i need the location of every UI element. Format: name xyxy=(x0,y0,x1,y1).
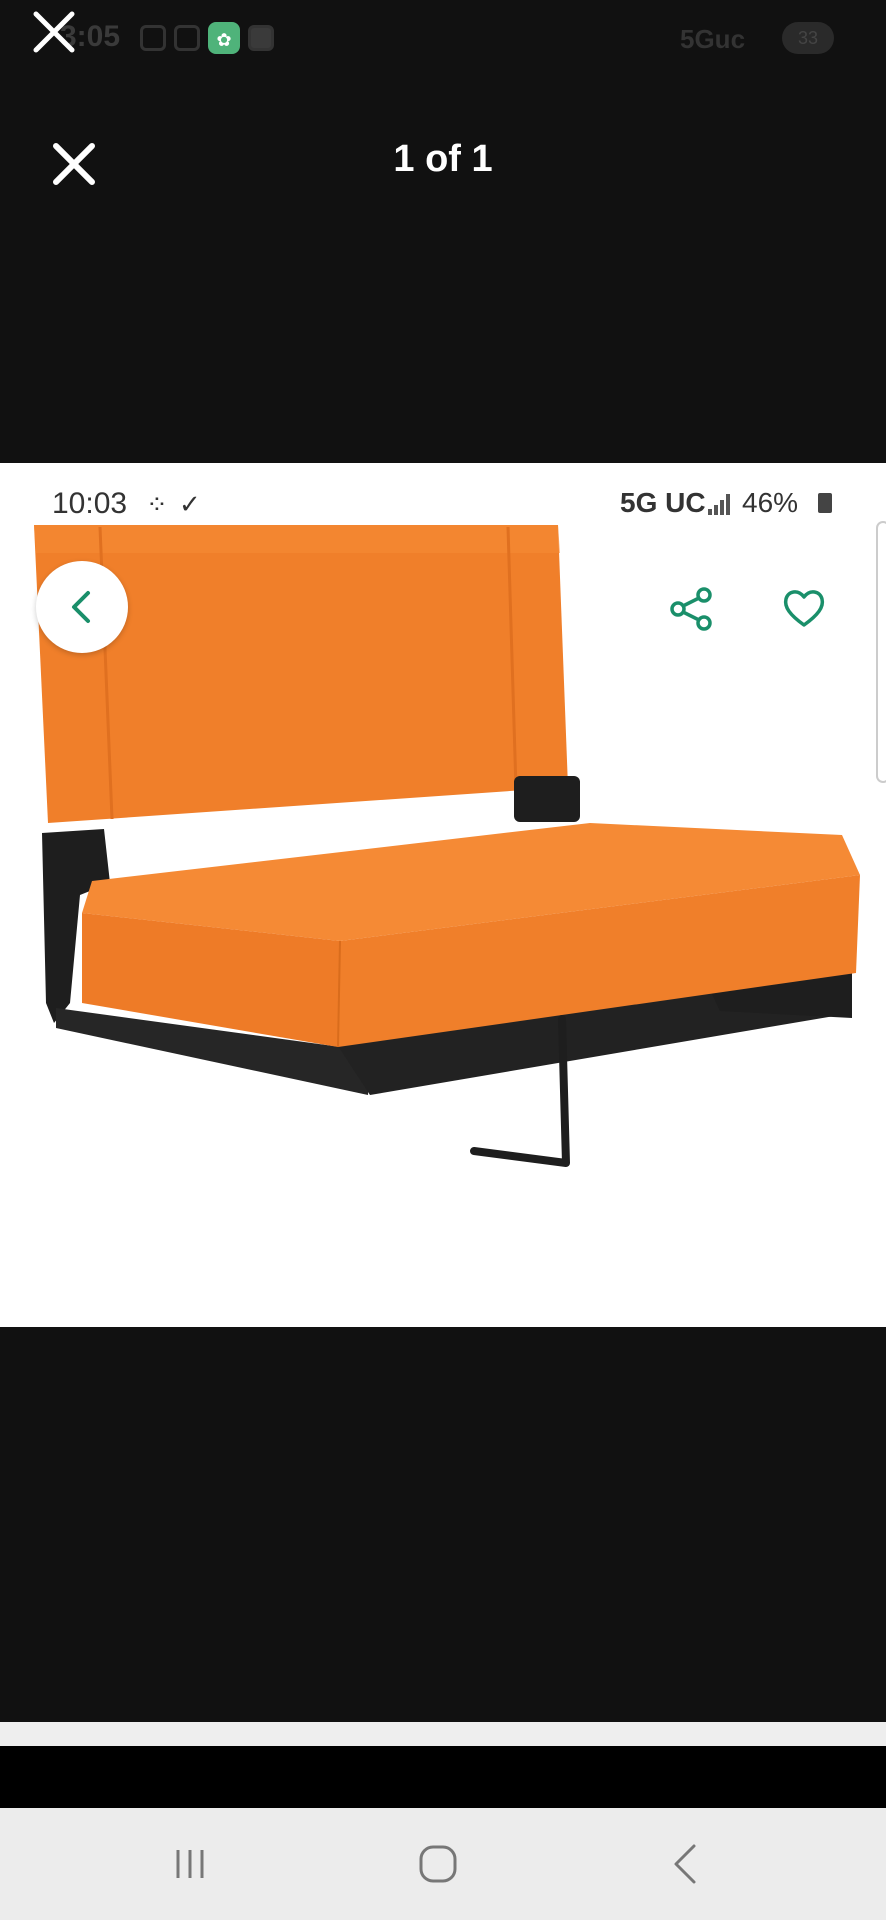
notification-icons: ✿ xyxy=(140,22,274,54)
share-button[interactable] xyxy=(668,585,716,638)
divider xyxy=(0,1746,886,1808)
stadium-seat-photo xyxy=(34,525,860,1167)
more-notifications-dot-icon xyxy=(248,25,274,51)
back-button[interactable] xyxy=(36,561,128,653)
image-viewer-screen: 3:05 ✿ 5Guc 33 1 of 1 10:03 ⁘ ✓ 5G UC 46… xyxy=(0,0,886,1920)
attached-image[interactable]: 10:03 ⁘ ✓ 5G UC 46% xyxy=(0,463,886,1327)
app-notification-icon: ✿ xyxy=(208,22,240,54)
close-icon[interactable] xyxy=(30,8,78,56)
divider xyxy=(0,1722,886,1746)
favorite-button[interactable] xyxy=(780,585,828,638)
home-icon xyxy=(419,1845,457,1883)
heart-icon xyxy=(783,590,825,627)
instagram-notification-icon xyxy=(174,25,200,51)
battery-indicator: 33 xyxy=(782,22,834,54)
image-counter: 1 of 1 xyxy=(393,138,493,180)
back-nav-button[interactable] xyxy=(656,1838,716,1890)
home-button[interactable] xyxy=(408,1838,468,1890)
network-indicator: 5Guc xyxy=(680,24,746,54)
back-icon xyxy=(674,1844,696,1884)
share-icon xyxy=(670,587,712,631)
recents-icon xyxy=(176,1850,204,1878)
screenshot-notification-icon xyxy=(140,25,166,51)
recents-button[interactable] xyxy=(160,1838,220,1890)
navigation-bar xyxy=(0,1808,886,1920)
chevron-left-icon xyxy=(72,591,90,623)
status-bar: 3:05 ✿ 5Guc 33 xyxy=(0,0,886,80)
